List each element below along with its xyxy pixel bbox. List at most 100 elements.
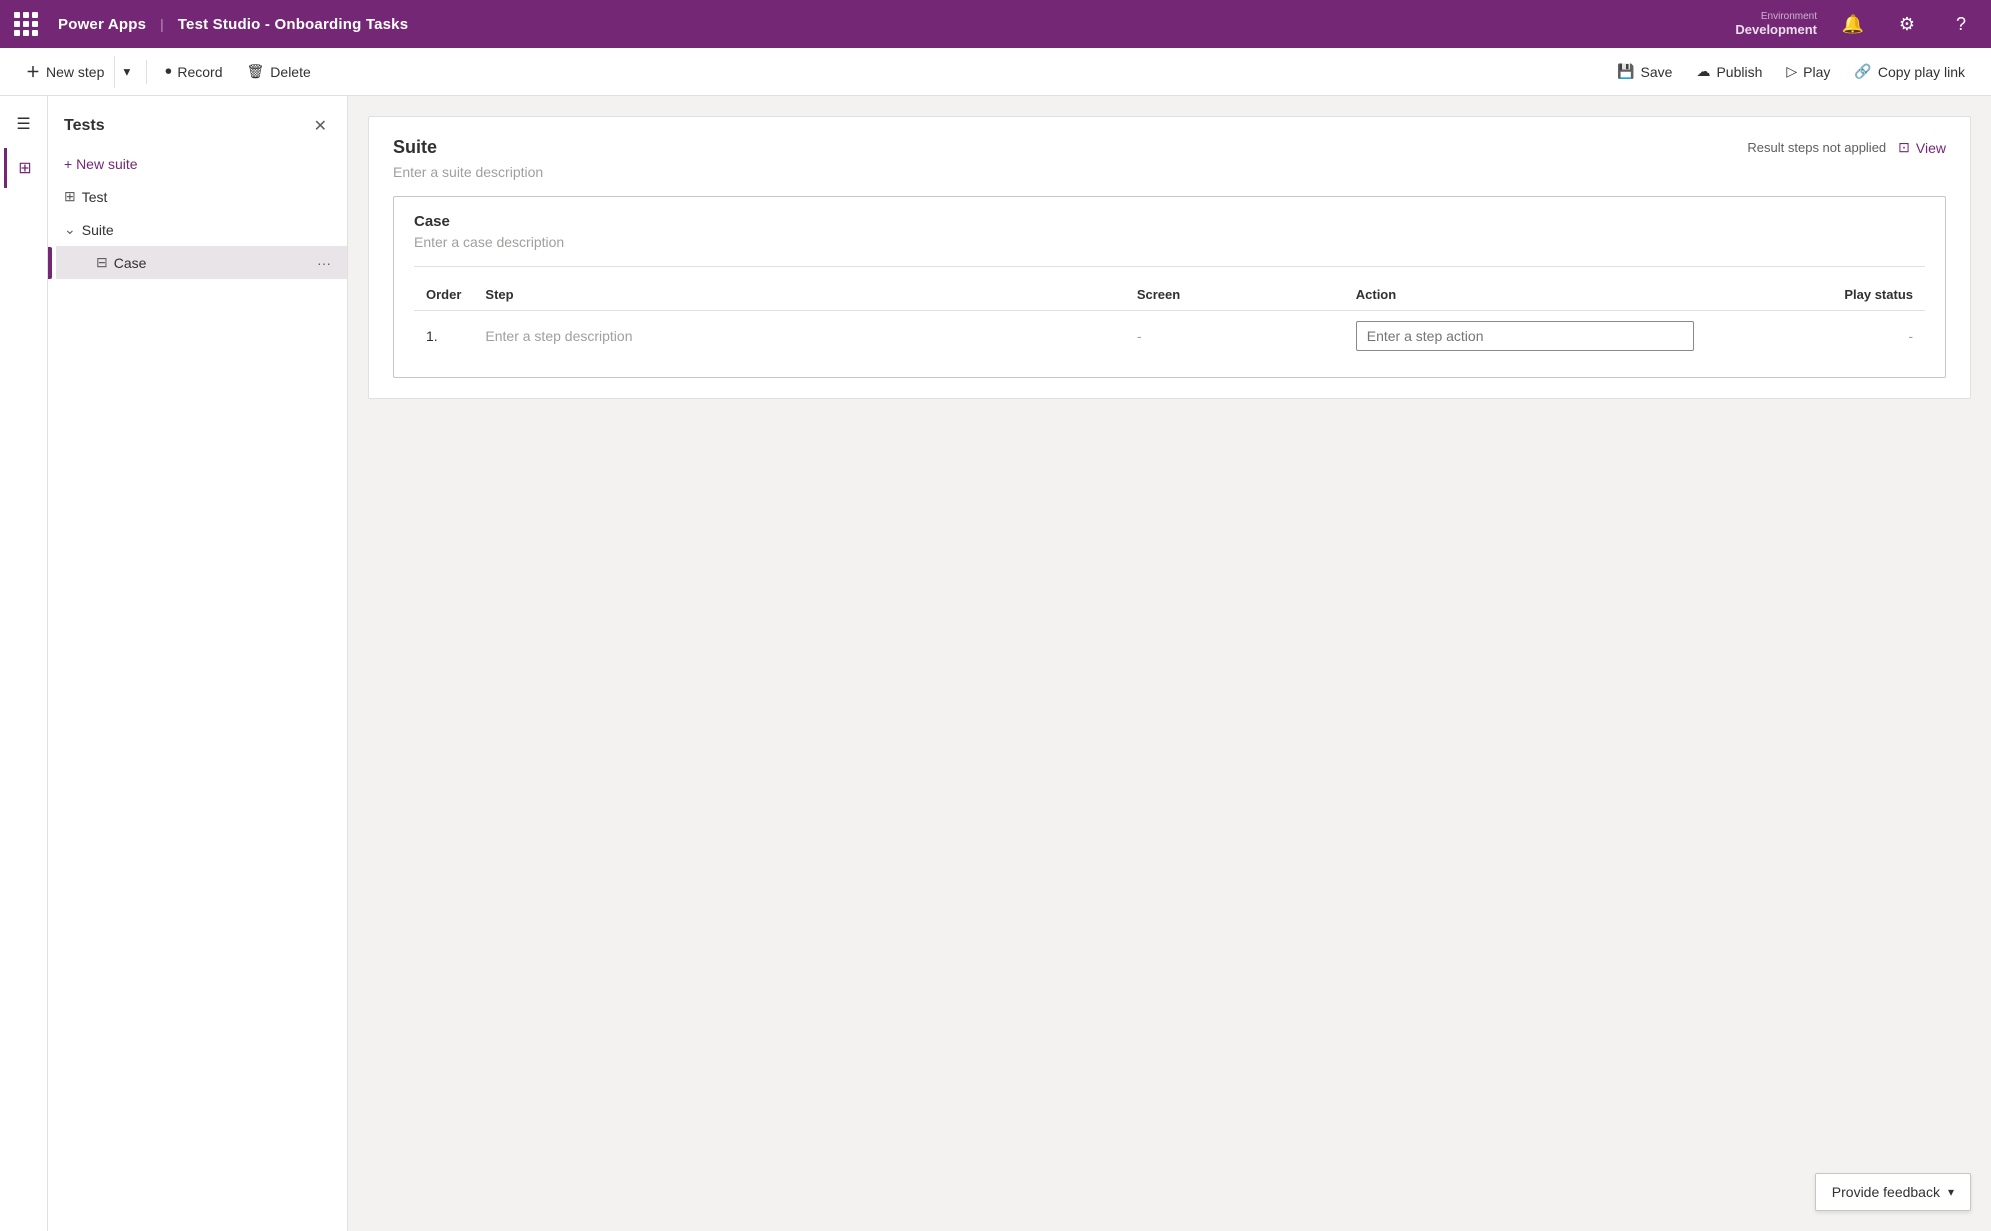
content-area: Suite Result steps not applied ⊡ View En…: [348, 96, 1991, 1231]
publish-button[interactable]: ☁ Publish: [1686, 57, 1772, 86]
feedback-chevron-icon: ▾: [1948, 1185, 1954, 1199]
result-steps-badge: Result steps not applied: [1747, 140, 1886, 155]
toolbar: ＋ New step ▾ ⏺ Record 🗑 Delete 💾 Save ☁ …: [0, 48, 1991, 96]
sidebar-title: Tests: [64, 117, 105, 135]
sidebar-item-case-label: Case: [114, 255, 147, 271]
publish-icon: ☁: [1696, 63, 1710, 80]
notification-button[interactable]: 🔔: [1835, 6, 1871, 42]
col-header-playstatus: Play status: [1706, 279, 1925, 311]
test-item-icon: ⊞: [64, 188, 76, 205]
sidebar-close-button[interactable]: ✕: [310, 112, 331, 140]
sidebar-item-suite[interactable]: ⌄ Suite: [48, 213, 347, 246]
feedback-bar: Provide feedback ▾: [1815, 1173, 1971, 1211]
play-icon: ▷: [1786, 63, 1797, 80]
step-play-status-dash: -: [1908, 328, 1913, 344]
studio-title: Test Studio - Onboarding Tasks: [178, 16, 408, 33]
suite-card: Suite Result steps not applied ⊡ View En…: [368, 116, 1971, 399]
col-header-step: Step: [473, 279, 1124, 311]
environment-label: Environment: [1761, 11, 1817, 22]
step-screen-dash: -: [1137, 328, 1142, 344]
title-separator: |: [160, 16, 164, 32]
delete-icon: 🗑: [247, 63, 265, 80]
record-icon: ⏺: [165, 64, 171, 79]
main-layout: ☰ ⊞ Tests ✕ + New suite ⊞ Test: [0, 96, 1991, 1231]
new-step-button[interactable]: ＋ New step: [16, 56, 114, 88]
suite-header: Suite Result steps not applied ⊡ View: [393, 137, 1946, 158]
publish-label: Publish: [1716, 64, 1762, 80]
suite-header-right: Result steps not applied ⊡ View: [1747, 139, 1946, 156]
save-label: Save: [1641, 64, 1673, 80]
new-step-dropdown-button[interactable]: ▾: [114, 56, 138, 88]
sidebar-case-row: ⊟ Case ···: [48, 246, 347, 279]
play-label: Play: [1803, 64, 1830, 80]
sidebar-item-case[interactable]: ⊟ Case ···: [56, 246, 347, 279]
copy-icon: 🔗: [1854, 63, 1871, 80]
active-indicator: [48, 247, 52, 279]
left-nav: ☰ ⊞: [0, 96, 48, 1231]
record-label: Record: [177, 64, 222, 80]
hamburger-icon: ☰: [16, 114, 30, 134]
sidebar-header-left: Tests: [64, 117, 105, 135]
step-description-placeholder: Enter a step description: [485, 328, 632, 344]
toolbar-divider-1: [146, 60, 147, 84]
steps-table: Order Step Screen Action Play status 1. …: [414, 279, 1925, 361]
notification-icon: 🔔: [1842, 14, 1864, 35]
tests-nav-icon: ⊞: [18, 158, 31, 178]
steps-table-body: 1. Enter a step description -: [414, 311, 1925, 362]
copy-play-link-button[interactable]: 🔗 Copy play link: [1844, 57, 1975, 86]
waffle-icon: [14, 12, 38, 36]
settings-button[interactable]: ⚙: [1889, 6, 1925, 42]
sidebar-header: Tests ✕: [48, 96, 347, 148]
record-button[interactable]: ⏺ Record: [155, 58, 232, 86]
sidebar: Tests ✕ + New suite ⊞ Test ⌄ Suite: [48, 96, 348, 1231]
help-button[interactable]: ?: [1943, 6, 1979, 42]
left-nav-tests[interactable]: ⊞: [4, 148, 44, 188]
view-button[interactable]: ⊡ View: [1898, 139, 1946, 156]
sidebar-content: + New suite ⊞ Test ⌄ Suite ⊟ Case ···: [48, 148, 347, 1231]
environment-selector[interactable]: Environment Development: [1735, 11, 1817, 37]
col-header-action: Action: [1344, 279, 1707, 311]
help-icon: ?: [1956, 14, 1966, 35]
sidebar-item-test-label: Test: [82, 189, 108, 205]
delete-button[interactable]: 🗑 Delete: [237, 57, 321, 86]
suite-description-placeholder: Enter a suite description: [393, 164, 1946, 180]
provide-feedback-button[interactable]: Provide feedback ▾: [1815, 1173, 1971, 1211]
play-button[interactable]: ▷ Play: [1776, 57, 1840, 86]
steps-table-header: Order Step Screen Action Play status: [414, 279, 1925, 311]
step-action-cell: [1344, 311, 1707, 362]
sidebar-item-test[interactable]: ⊞ Test: [48, 180, 347, 213]
case-icon: ⊟: [96, 254, 108, 271]
settings-icon: ⚙: [1899, 14, 1915, 35]
suite-title: Suite: [393, 137, 437, 158]
environment-name: Development: [1735, 22, 1817, 37]
left-nav-hamburger[interactable]: ☰: [4, 104, 44, 144]
app-title: Power Apps: [58, 16, 146, 33]
feedback-label: Provide feedback: [1832, 1184, 1940, 1200]
topbar: Power Apps | Test Studio - Onboarding Ta…: [0, 0, 1991, 48]
sidebar-item-suite-label: Suite: [82, 222, 114, 238]
case-description-placeholder: Enter a case description: [414, 234, 1925, 250]
plus-icon: ＋: [26, 62, 40, 82]
case-title: Case: [414, 213, 1925, 230]
new-suite-label: + New suite: [64, 156, 138, 172]
case-more-button[interactable]: ···: [317, 255, 331, 271]
new-suite-button[interactable]: + New suite: [48, 148, 347, 180]
step-screen: -: [1125, 311, 1344, 362]
case-divider: [414, 266, 1925, 267]
view-icon: ⊡: [1898, 139, 1910, 156]
chevron-down-icon: ▾: [124, 64, 131, 80]
topbar-right: Environment Development 🔔 ⚙ ?: [1735, 6, 1979, 42]
view-label: View: [1916, 140, 1946, 156]
waffle-menu-button[interactable]: [12, 6, 48, 42]
save-icon: 💾: [1617, 63, 1634, 80]
step-description: Enter a step description: [473, 311, 1124, 362]
save-button[interactable]: 💾 Save: [1607, 57, 1682, 86]
suite-chevron-icon: ⌄: [64, 221, 76, 238]
case-card: Case Enter a case description Order Step…: [393, 196, 1946, 378]
step-action-input[interactable]: [1356, 321, 1695, 351]
step-play-status: -: [1706, 311, 1925, 362]
close-icon: ✕: [314, 118, 327, 135]
table-row: 1. Enter a step description -: [414, 311, 1925, 362]
step-order: 1.: [414, 311, 473, 362]
new-step-label: New step: [46, 64, 104, 80]
